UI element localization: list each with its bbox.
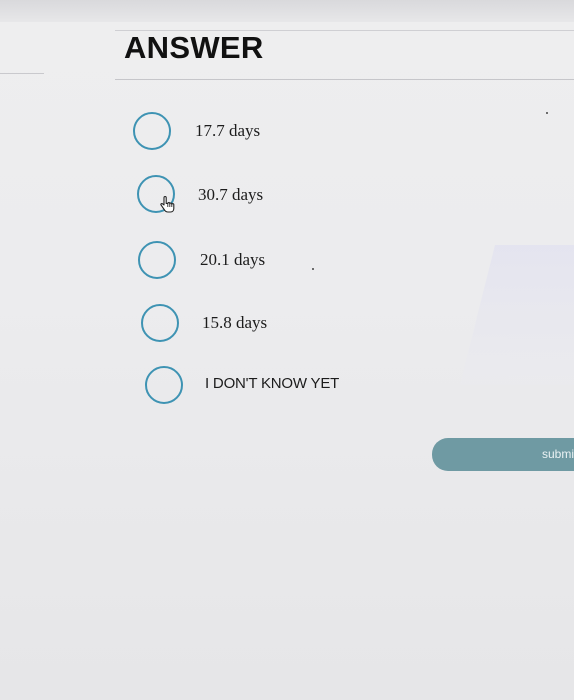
background-panel	[460, 245, 574, 385]
speck	[312, 268, 314, 270]
option-label: I DON'T KNOW YET	[205, 375, 340, 392]
submit-label: submi	[541, 447, 574, 461]
top-edge	[0, 0, 574, 22]
answer-option-1[interactable]: 17.7 days	[133, 108, 293, 154]
option-label: 30.7 days	[198, 185, 264, 204]
hand-pointer-icon	[160, 196, 175, 213]
speck	[546, 112, 548, 114]
divider	[115, 79, 574, 80]
divider	[0, 73, 44, 74]
option-label: 17.7 days	[195, 121, 261, 140]
answer-option-5[interactable]: I DON'T KNOW YET	[145, 362, 365, 408]
radio-button[interactable]	[145, 366, 183, 404]
option-label: 20.1 days	[200, 250, 266, 269]
answer-option-4[interactable]: 15.8 days	[141, 300, 301, 346]
option-label: 15.8 days	[202, 313, 268, 332]
page-title: ANSWER	[124, 30, 264, 65]
submit-button[interactable]: submi	[432, 438, 574, 471]
radio-button[interactable]	[141, 304, 179, 342]
answer-option-3[interactable]: 20.1 days	[138, 237, 298, 283]
radio-button[interactable]	[138, 241, 176, 279]
radio-button[interactable]	[133, 112, 171, 150]
